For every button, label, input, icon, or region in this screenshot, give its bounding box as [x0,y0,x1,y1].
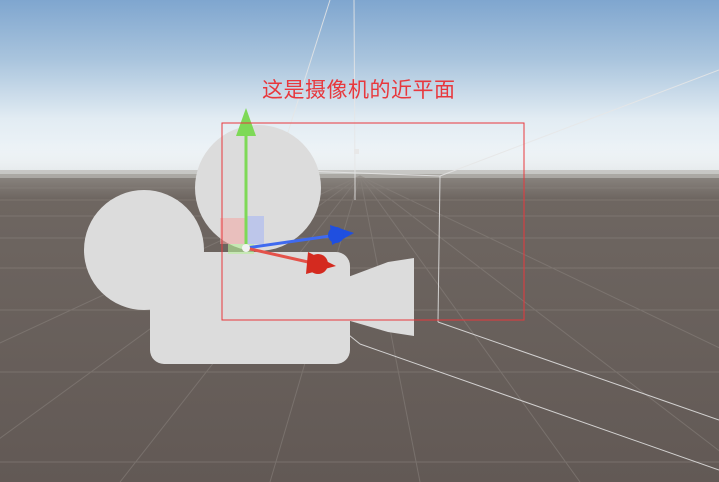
near-plane-annotation: 这是摄像机的近平面 [262,78,456,102]
scene-viewport[interactable]: 这是摄像机的近平面 [0,0,719,482]
yz-plane-handle[interactable] [246,216,264,244]
scene-view-canvas[interactable] [0,0,719,482]
gizmo-center[interactable] [242,244,250,252]
near-plane-center-marker [354,149,359,154]
xy-plane-handle[interactable] [220,218,246,244]
